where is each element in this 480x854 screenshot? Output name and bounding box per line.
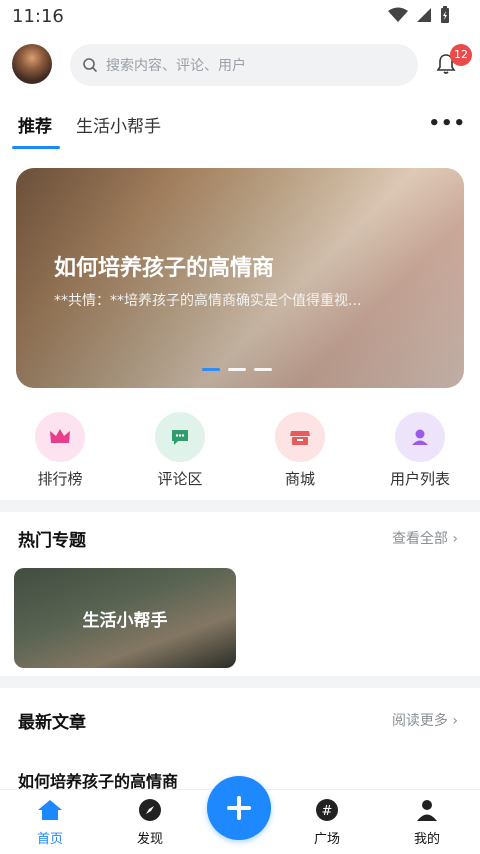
banner-title: 如何培养孩子的高情商: [54, 256, 275, 281]
search-bar[interactable]: 搜索内容、评论、用户: [70, 44, 418, 86]
signal-icon: [417, 8, 431, 22]
tab-recommend[interactable]: 推荐: [18, 112, 52, 137]
wifi-icon: [388, 7, 408, 22]
notification-badge: 12: [450, 44, 472, 66]
banner-carousel[interactable]: 如何培养孩子的高情商 **共情：**培养孩子的高情商确实是个值得重视...: [16, 168, 464, 388]
battery-icon: [441, 6, 449, 23]
section-divider: [0, 500, 480, 512]
home-icon: [38, 800, 62, 820]
nav-label: 发现: [136, 832, 163, 847]
hot-topics-title: 热门专题: [18, 531, 86, 551]
section-divider: [0, 676, 480, 688]
hashtag-icon: #: [316, 799, 338, 821]
search-icon: [82, 57, 98, 73]
carousel-dot: [228, 368, 246, 371]
view-all-label: 查看全部: [391, 531, 448, 547]
read-more-link[interactable]: 阅读更多 ›: [392, 710, 458, 730]
status-bar: 11:16: [0, 0, 480, 34]
nav-label: 广场: [313, 832, 340, 847]
category-tabs: 推荐 生活小帮手 •••: [0, 98, 480, 151]
quick-action-label: 评论区: [157, 470, 203, 488]
more-icon[interactable]: •••: [428, 113, 466, 134]
nav-square[interactable]: # 广场: [297, 798, 357, 847]
search-placeholder: 搜索内容、评论、用户: [106, 58, 246, 74]
banner-subtitle: **共情：**培养孩子的高情商确实是个值得重视...: [54, 293, 362, 309]
quick-action-label: 排行榜: [37, 470, 83, 488]
banner-section: 如何培养孩子的高情商 **共情：**培养孩子的高情商确实是个值得重视... 排行…: [0, 150, 480, 500]
nav-mine[interactable]: 我的: [397, 798, 457, 847]
view-all-link[interactable]: 查看全部 ›: [392, 528, 458, 548]
status-time: 11:16: [12, 6, 64, 27]
carousel-dot: [254, 368, 272, 371]
svg-text:#: #: [322, 804, 333, 819]
quick-actions: 排行榜 评论区 商城 用户列表: [0, 412, 480, 500]
latest-articles-title: 最新文章: [18, 713, 86, 733]
shop-icon: [275, 412, 325, 462]
nav-label: 我的: [413, 832, 440, 847]
app-header: 搜索内容、评论、用户 12: [0, 34, 480, 98]
comment-icon: [155, 412, 205, 462]
quick-action-label: 用户列表: [389, 470, 450, 488]
quick-action-users[interactable]: 用户列表: [360, 412, 480, 500]
nav-label: 首页: [36, 832, 63, 847]
plus-icon: [227, 796, 251, 820]
topic-title: 生活小帮手: [82, 611, 168, 631]
quick-action-rankings[interactable]: 排行榜: [0, 412, 120, 500]
quick-action-shop[interactable]: 商城: [240, 412, 360, 500]
quick-action-label: 商城: [284, 470, 315, 488]
carousel-indicator: [202, 368, 272, 371]
nav-discover[interactable]: 发现: [120, 798, 180, 847]
quick-action-comments[interactable]: 评论区: [120, 412, 240, 500]
crown-icon: [35, 412, 85, 462]
chevron-right-icon: ›: [452, 713, 458, 729]
topic-card[interactable]: 生活小帮手: [14, 568, 236, 668]
nav-home[interactable]: 首页: [20, 798, 80, 847]
read-more-label: 阅读更多: [391, 713, 448, 729]
tab-life-helper[interactable]: 生活小帮手: [76, 112, 161, 137]
avatar[interactable]: [12, 44, 52, 84]
status-icons: [388, 6, 450, 24]
add-post-button[interactable]: [207, 776, 271, 840]
profile-icon: [417, 800, 437, 821]
chevron-right-icon: ›: [452, 531, 458, 547]
user-icon: [395, 412, 445, 462]
active-tab-indicator: [12, 146, 60, 149]
carousel-dot-active: [202, 368, 220, 371]
compass-icon: [139, 799, 161, 821]
